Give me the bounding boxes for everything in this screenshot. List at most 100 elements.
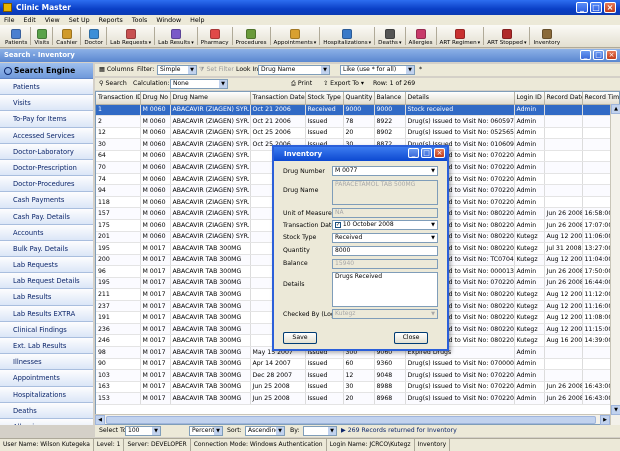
sidebar-item-patients[interactable]: Patients [0, 79, 93, 96]
minimize-button[interactable]: _ [576, 2, 588, 13]
table-row[interactable]: 2M 0060 ABACAVIR (ZIAGEN) SYR... Oct 21 20… [96, 115, 619, 128]
columns-button[interactable]: ▦ Columns [99, 64, 134, 76]
table-row[interactable]: 12 M 0060 ABACAVIR (ZIAGEN) SYR... Oct 25 2… [96, 127, 619, 140]
chevron-down-icon[interactable]: ▾ [314, 40, 317, 46]
vertical-scrollbar[interactable]: ▲ ▼ [610, 104, 620, 425]
sort-select[interactable]: Ascending ▼ [245, 426, 285, 436]
column-header-transaction-date[interactable]: Transaction Date [250, 92, 306, 105]
column-header-drug-no[interactable]: Drug No [140, 92, 171, 105]
menu-view[interactable]: View [45, 17, 60, 24]
column-header-details[interactable]: Details [405, 92, 515, 105]
search-button[interactable]: ⚲ Search [99, 78, 127, 90]
sidebar-item-illnesses[interactable]: Illnesses [0, 354, 93, 371]
sidebar-item-lab-request-details[interactable]: Lab Request Details [0, 273, 93, 290]
toolbar-doctor-button[interactable]: Doctor [82, 24, 105, 47]
export-button[interactable]: ⇪ Export To ▾ [323, 78, 364, 90]
toolbar-inventory-button[interactable]: Inventory [531, 24, 562, 47]
dialog-close-button[interactable]: × [434, 148, 445, 158]
scroll-left-icon[interactable]: ◀ [95, 415, 105, 425]
menu-reports[interactable]: Reports [99, 17, 123, 24]
look-in-select[interactable]: Drug Name ▼ [258, 65, 330, 75]
toolbar-art-regimen-button[interactable]: ART Regimen▾ [438, 24, 483, 47]
toolbar-art-stopped-button[interactable]: ART Stopped▾ [485, 24, 528, 47]
transaction-date-picker[interactable]: ✓ 10 October 2008 ▼ [332, 220, 438, 230]
column-header-drug-name[interactable]: Drug Name [170, 92, 251, 105]
sidebar-item-deaths[interactable]: Deaths [0, 402, 93, 419]
table-row[interactable]: 103 M 0017 ABACAVIR TAB 300MG Dec 28 2007 Is… [96, 369, 619, 382]
toolbar-pharmacy-button[interactable]: Pharmacy [199, 24, 231, 47]
sidebar-item-doctor-laboratory[interactable]: Doctor-Laboratory [0, 143, 93, 160]
sidebar-item-clinical-findings[interactable]: Clinical Findings [0, 321, 93, 338]
table-row[interactable]: 1M 0060 ABACAVIR (ZIAGEN) SYR... Oct 21 20… [96, 104, 619, 117]
sidebar-item-lab-results-extra[interactable]: Lab Results EXTRA [0, 305, 93, 322]
table-row[interactable]: 153 M 0017 ABACAVIR TAB 300MG Jun 25 2008 Is… [96, 392, 619, 405]
sidebar-item-bulk-pay-details[interactable]: Bulk Pay. Details [0, 240, 93, 258]
table-row[interactable]: 90 M 0017 ABACAVIR TAB 300MG Apr 14 2007 Iss… [96, 358, 619, 371]
menu-window[interactable]: Window [156, 17, 181, 24]
sidebar-item-accessed-services[interactable]: Accessed Services [0, 127, 93, 144]
by-select[interactable]: ▼ [303, 426, 337, 436]
calculation-select[interactable]: None ▼ [170, 79, 228, 89]
chevron-down-icon[interactable]: ▾ [524, 40, 527, 46]
toolbar-cashier-button[interactable]: Cashier [54, 24, 79, 47]
close-button[interactable]: × [604, 2, 616, 13]
select-top-input[interactable]: 100 ▼ [125, 426, 161, 436]
quantity-field[interactable]: 8000 [332, 246, 438, 256]
sidebar-item-ext-lab-results[interactable]: Ext. Lab Results [0, 338, 93, 355]
toolbar-lab-requests-button[interactable]: Lab Requests▾ [108, 24, 153, 47]
menu-tools[interactable]: Tools [132, 17, 148, 24]
toolbar-visits-button[interactable]: Visits [32, 24, 51, 47]
chevron-down-icon[interactable]: ▾ [369, 40, 372, 46]
dialog-maximize-button[interactable]: □ [421, 148, 432, 158]
column-header-balance[interactable]: Balance [374, 92, 406, 105]
toolbar-lab-results-button[interactable]: Lab Results▾ [156, 24, 196, 47]
child-minimize-button[interactable]: _ [580, 50, 591, 60]
drug-number-field[interactable]: M 0077 ▼ [332, 166, 438, 176]
toolbar-deaths-button[interactable]: Deaths▾ [376, 24, 403, 47]
print-button[interactable]: ⎙ Print [291, 78, 312, 90]
menu-edit[interactable]: Edit [24, 17, 36, 24]
column-header-record-time[interactable]: Record Time [582, 92, 619, 105]
sidebar-item-lab-requests[interactable]: Lab Requests [0, 257, 93, 274]
sidebar-item-visits[interactable]: Visits [0, 95, 93, 112]
scroll-right-icon[interactable]: ▶ [600, 415, 610, 425]
sidebar-item-allergies[interactable]: Allergies [0, 418, 93, 425]
child-maximize-button[interactable]: □ [593, 50, 604, 60]
column-header-stock-type[interactable]: Stock Type [305, 92, 344, 105]
menu-file[interactable]: File [4, 17, 15, 24]
filter-select[interactable]: Simple ▼ [157, 65, 197, 75]
criteria-input[interactable]: * [419, 64, 422, 76]
table-row[interactable]: 163 M 0017 ABACAVIR TAB 300MG Jun 25 2008 Is… [96, 381, 619, 394]
column-header-transaction-id[interactable]: Transaction ID [96, 92, 141, 105]
toolbar-appointments-button[interactable]: Appointments▾ [272, 24, 319, 47]
column-header-login-id[interactable]: Login ID [514, 92, 545, 105]
close-dialog-button[interactable]: Close [394, 332, 428, 344]
search-engine-header[interactable]: Search Engine [0, 63, 93, 79]
sidebar-item-cash-payments[interactable]: Cash Payments [0, 192, 93, 209]
scroll-up-icon[interactable]: ▲ [611, 104, 620, 114]
child-close-button[interactable]: × [606, 50, 617, 60]
toolbar-allergies-button[interactable]: Allergies [407, 24, 435, 47]
chevron-down-icon[interactable]: ▾ [191, 40, 194, 46]
sidebar-item-to-pay-for-items[interactable]: To-Pay for Items [0, 111, 93, 128]
chevron-down-icon[interactable]: ▾ [399, 40, 402, 46]
set-filter-button[interactable]: ⧩ Set Filter [199, 64, 234, 76]
save-button[interactable]: Save [283, 332, 317, 344]
dialog-minimize-button[interactable]: _ [408, 148, 419, 158]
date-checkbox[interactable]: ✓ [335, 221, 341, 228]
menu-help[interactable]: Help [190, 17, 204, 24]
details-textarea[interactable]: Drugs Received [332, 272, 438, 307]
toolbar-procedures-button[interactable]: Procedures [234, 24, 269, 47]
sidebar-item-cash-pay-details[interactable]: Cash Pay. Details [0, 208, 93, 225]
stock-type-select[interactable]: Received ▼ [332, 233, 438, 243]
sidebar-item-hospitalizations[interactable]: Hospitalizations [0, 386, 93, 403]
maximize-button[interactable]: □ [590, 2, 602, 13]
menu-set-up[interactable]: Set Up [69, 17, 90, 24]
toolbar-hospitalizations-button[interactable]: Hospitalizations▾ [321, 24, 373, 47]
sidebar-item-lab-results[interactable]: Lab Results [0, 289, 93, 306]
column-header-quantity[interactable]: Quantity [343, 92, 375, 105]
horizontal-scrollbar[interactable]: ◀ ▶ [95, 414, 610, 425]
chevron-down-icon[interactable]: ▾ [478, 40, 481, 46]
percent-select[interactable]: Percent ▼ [189, 426, 223, 436]
like-select[interactable]: Like (use * for all) ▼ [340, 65, 415, 75]
